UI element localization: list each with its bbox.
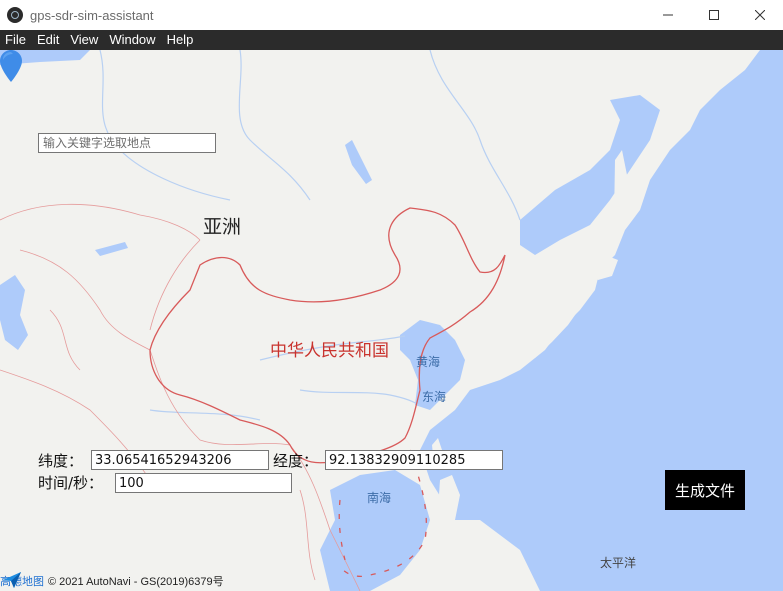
maximize-icon [709,10,719,20]
menu-view[interactable]: View [65,30,104,50]
country-borders [0,203,361,591]
menu-bar: File Edit View Window Help [0,30,783,50]
lake-baikal [345,140,372,184]
close-icon [755,10,765,20]
menu-window[interactable]: Window [104,30,161,50]
maximize-button[interactable] [691,0,737,30]
lake-balkhash [95,242,128,256]
map-label-pacific-ocean: 太平洋 [600,556,637,570]
longitude-input[interactable] [325,450,503,470]
menu-help[interactable]: Help [162,30,200,50]
menu-edit[interactable]: Edit [32,30,65,50]
title-bar: gps-sdr-sim-assistant [0,0,783,30]
minimize-icon [663,14,673,16]
window-title: gps-sdr-sim-assistant [30,7,154,23]
map-label-yellow-sea: 黄海 [416,355,441,369]
map-label-east-china-sea: 东海 [422,390,447,404]
amap-logo-icon[interactable] [2,571,22,589]
latitude-input[interactable] [91,450,269,470]
map-label-china: 中华人民共和国 [270,341,389,361]
map-attribution: 高德地图 © 2021 AutoNavi - GS(2019)6379号 [0,571,224,591]
app-logo-icon [7,7,23,23]
duration-label: 时间/秒： [38,474,104,492]
latitude-label: 纬度： [38,452,84,470]
caspian-sea [0,275,28,350]
generate-file-button[interactable]: 生成文件 [665,470,745,510]
longitude-label: 经度： [273,452,319,470]
map-canvas[interactable]: 亚洲 中华人民共和国 黄海 东海 南海 太平洋 纬度： 经度： 时间/秒： 生成… [0,50,783,591]
location-pin-icon[interactable] [0,50,22,82]
map-label-asia: 亚洲 [203,216,242,238]
close-button[interactable] [737,0,783,30]
minimize-button[interactable] [645,0,691,30]
copyright-text: © 2021 AutoNavi - GS(2019)6379号 [48,576,224,588]
map-label-south-china-sea: 南海 [367,491,392,505]
duration-input[interactable] [115,473,292,493]
menu-file[interactable]: File [0,30,32,50]
place-search-input[interactable] [38,133,216,153]
